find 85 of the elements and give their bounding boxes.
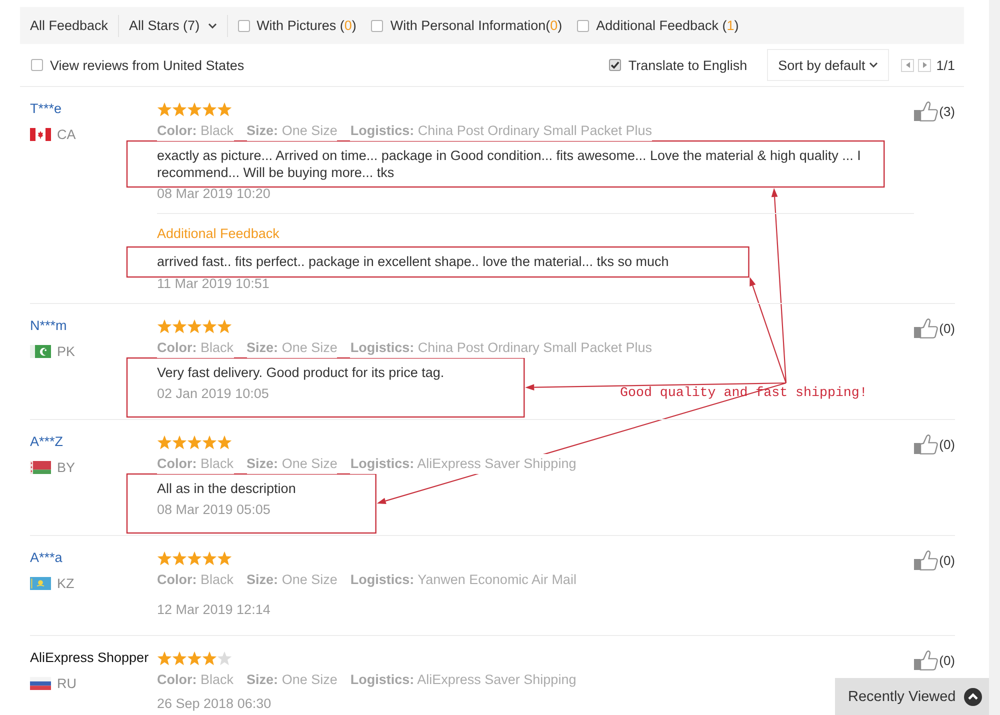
checkbox-label: Translate to English <box>628 58 748 72</box>
thumbs-up-icon[interactable] <box>914 550 938 570</box>
checkbox-label: With Pictures (0) <box>256 18 356 33</box>
review-date: 11 Mar 2019 10:51 <box>157 275 270 293</box>
filter-link[interactable]: All Feedback <box>30 18 108 33</box>
country-code: CA <box>57 126 76 142</box>
star-icon <box>187 102 202 116</box>
flag-icon <box>30 460 51 474</box>
recently-viewed-button[interactable]: Recently Viewed <box>835 678 989 715</box>
helpful-count: (0) <box>939 552 955 568</box>
star-icon <box>202 318 217 334</box>
star-icon <box>157 318 172 334</box>
review-date: 08 Mar 2019 10:20 <box>157 185 270 203</box>
checkbox[interactable] <box>371 20 384 32</box>
star-icon <box>172 318 187 334</box>
previous-page-button[interactable] <box>901 58 914 72</box>
helpful-count: (0) <box>939 652 955 668</box>
attribute-text: Logistics: AliExpress Saver Shipping <box>350 454 576 474</box>
checkbox[interactable] <box>577 20 590 32</box>
review-text: arrived fast.. fits perfect.. package in excellent shape.. love the material... tks so much <box>157 253 669 271</box>
checkbox[interactable] <box>238 20 250 32</box>
username[interactable]: T***e <box>30 99 62 119</box>
country-code: RU <box>57 676 76 690</box>
star-icon <box>217 102 232 116</box>
review-text: All as in the description <box>157 480 296 497</box>
star-icon <box>187 550 202 566</box>
star-icon <box>172 102 187 116</box>
star-icon <box>172 434 187 450</box>
star-icon <box>157 434 172 450</box>
star-icon <box>202 650 217 666</box>
checkbox-label: With Personal Information(0) <box>390 18 562 33</box>
helpful-count: (0) <box>939 320 955 336</box>
chevron-down-icon <box>869 62 878 68</box>
right-triangle-icon <box>922 62 927 68</box>
stars-dropdown[interactable]: All Stars (7) <box>129 18 217 33</box>
next-page-button[interactable] <box>918 58 932 72</box>
star-icon <box>202 550 217 566</box>
username[interactable]: N***m <box>30 316 67 336</box>
review-date: 02 Jan 2019 10:05 <box>157 385 269 403</box>
thumbs-up-icon[interactable] <box>914 434 938 454</box>
thumbs-up-icon[interactable] <box>914 318 938 338</box>
checkbox[interactable] <box>31 59 43 71</box>
star-icon <box>172 650 187 666</box>
star-icon <box>217 318 232 334</box>
review-text: exactly as picture... Arrived on time... package in Good condition... fits awesome... Love the material & high quality ... I recommend... Will be buying more... tks <box>157 147 862 181</box>
checkbox-label: Additional Feedback (1) <box>596 18 739 33</box>
star-icon <box>157 650 172 666</box>
chevron-down-icon <box>208 22 217 28</box>
page-indicator: 1/1 <box>936 58 955 72</box>
review-date: 12 Mar 2019 12:14 <box>157 601 270 619</box>
country-code: KZ <box>57 576 74 590</box>
star-icon <box>217 550 232 566</box>
country-code: BY <box>57 460 76 474</box>
star-icon <box>157 550 172 566</box>
star-icon <box>202 102 217 116</box>
review-date: 26 Sep 2018 06:30 <box>157 695 272 713</box>
star-icon <box>172 550 187 566</box>
left-triangle-icon <box>906 62 910 68</box>
chevron-up-icon <box>964 688 982 706</box>
review-text: Very fast delivery. Good product for its price tag. <box>157 364 444 381</box>
additional-feedback-heading: Additional Feedback <box>157 225 280 243</box>
checkbox-label: View reviews from United States <box>50 58 244 72</box>
annotation-text: Good quality and fast shipping! <box>620 384 868 402</box>
username[interactable]: A***Z <box>30 432 64 452</box>
flag-icon <box>30 344 51 358</box>
star-icon <box>202 434 217 450</box>
star-icon <box>187 650 202 666</box>
thumbs-up-icon[interactable] <box>914 650 938 670</box>
flag-icon <box>30 676 51 690</box>
country-code: PK <box>57 344 76 358</box>
star-icon <box>187 434 202 450</box>
flag-icon <box>30 576 51 590</box>
checkbox[interactable] <box>609 59 622 71</box>
helpful-count: (3) <box>939 104 955 118</box>
star-icon <box>217 434 232 450</box>
username[interactable]: A***a <box>30 548 62 568</box>
username: AliExpress Shopper <box>30 649 149 667</box>
star-icon <box>217 650 232 666</box>
helpful-count: (0) <box>939 436 955 452</box>
flag-icon <box>30 128 51 140</box>
star-icon <box>187 318 202 334</box>
star-icon <box>157 102 172 116</box>
thumbs-up-icon[interactable] <box>914 100 938 122</box>
review-date: 08 Mar 2019 05:05 <box>157 501 270 519</box>
sort-dropdown[interactable]: Sort by default <box>767 49 890 81</box>
